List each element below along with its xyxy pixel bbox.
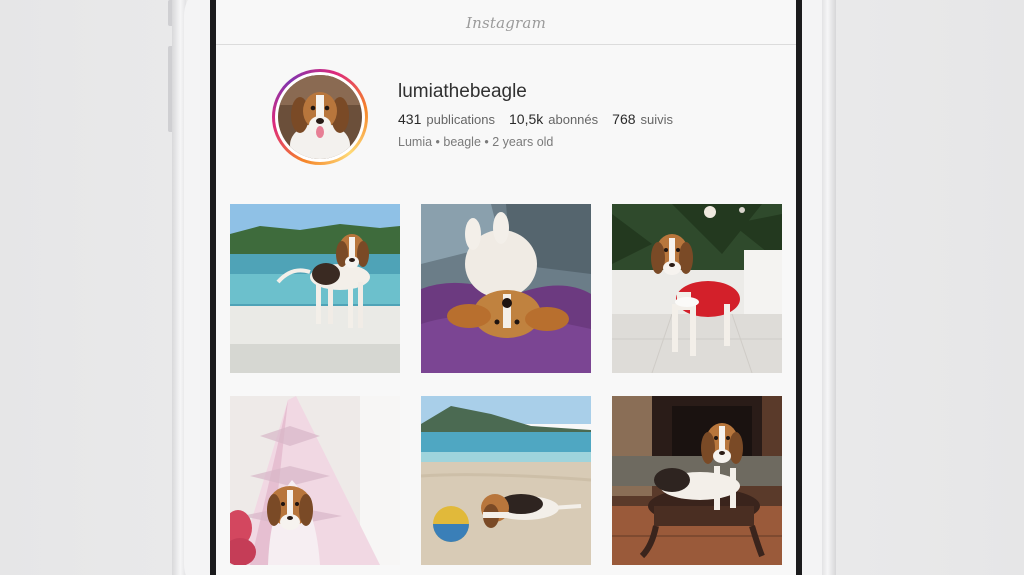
scene: Instagram lumiathebeagle 431 publication… (0, 0, 1024, 575)
posts-count: 431 (398, 111, 422, 127)
beagle-teepee-photo (230, 396, 400, 565)
beagle-beach-photo (421, 396, 591, 565)
profile-stats: 431 publications 10,5k abonnés 768 suivi… (398, 111, 673, 127)
grid-post-6[interactable] (612, 396, 782, 565)
grid-post-5[interactable] (421, 396, 591, 565)
followers-count: 10,5k (509, 111, 544, 127)
grid-post-2[interactable] (421, 204, 591, 373)
app-screen: Instagram lumiathebeagle 431 publication… (216, 0, 796, 575)
following-stat[interactable]: 768 suivis (612, 111, 673, 127)
top-nav-bar: Instagram (216, 0, 796, 45)
beagle-christmas-photo (612, 204, 782, 373)
following-count: 768 (612, 111, 636, 127)
beagle-avatar-image (278, 75, 362, 159)
grid-post-4[interactable] (230, 396, 400, 565)
beagle-footstool-photo (612, 396, 782, 565)
followers-label: abonnés (548, 112, 599, 127)
phone-edge-right (822, 0, 836, 575)
grid-post-3[interactable] (612, 204, 782, 373)
beagle-dock-photo (230, 204, 400, 373)
beagle-blanket-photo (421, 204, 591, 373)
posts-stat[interactable]: 431 publications (398, 111, 495, 127)
profile-bio: Lumia • beagle • 2 years old (398, 135, 554, 149)
avatar-story-ring[interactable] (272, 69, 368, 165)
followers-stat[interactable]: 10,5k abonnés (509, 111, 598, 127)
profile-username: lumiathebeagle (398, 81, 527, 102)
following-label: suivis (640, 112, 674, 127)
grid-post-1[interactable] (230, 204, 400, 373)
avatar[interactable] (278, 75, 362, 159)
posts-label: publications (426, 112, 496, 127)
profile-header: lumiathebeagle 431 publications 10,5k ab… (216, 45, 796, 201)
instagram-logo[interactable]: Instagram (466, 14, 546, 32)
